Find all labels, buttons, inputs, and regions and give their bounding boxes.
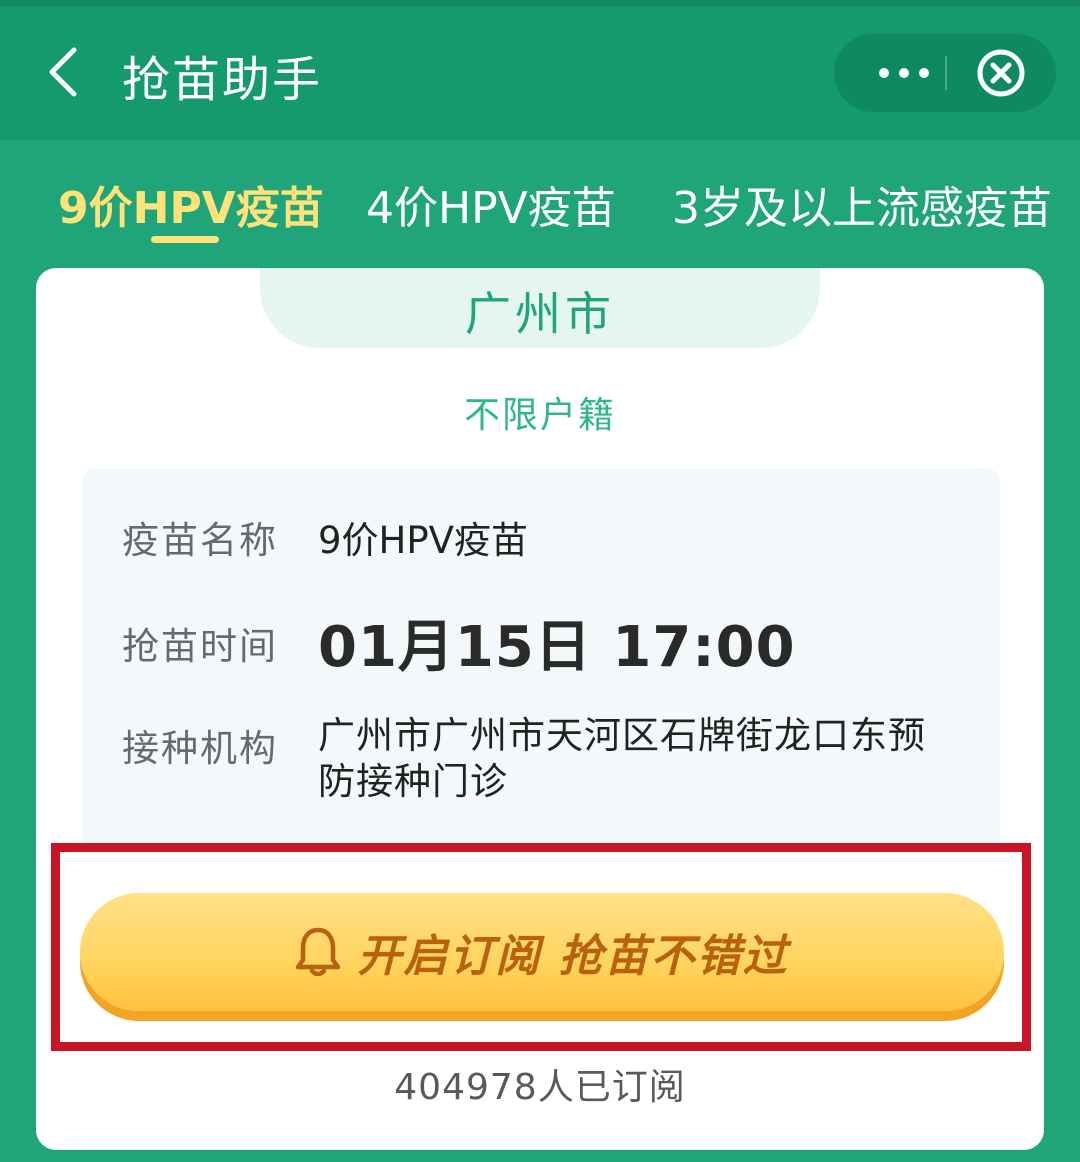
vaccine-name-value: 9价HPV疫苗 [318, 519, 528, 562]
vaccine-info-panel: 疫苗名称 9价HPV疫苗 抢苗时间 01月15日 17:00 接种机构 广州市广… [82, 468, 1000, 852]
tab-9-valent-hpv[interactable]: 9价HPV疫苗 [58, 172, 324, 236]
hukou-restriction: 不限户籍 [463, 395, 616, 436]
clinic-value: 广州市广州市天河区石牌街龙口东预防接种门诊 [318, 714, 926, 803]
navigation-bar: 抢苗助手 [0, 0, 1080, 140]
vaccine-name-label: 疫苗名称 [122, 519, 278, 562]
subscribe-button[interactable]: 开启订阅 抢苗不错过 [80, 893, 1004, 1011]
clinic-label: 接种机构 [122, 727, 278, 770]
subscribe-button-label: 开启订阅 抢苗不错过 [357, 931, 789, 982]
booking-time-label: 抢苗时间 [122, 625, 278, 668]
close-icon [977, 49, 1025, 97]
more-icon [879, 68, 889, 78]
page-title: 抢苗助手 [122, 52, 323, 108]
miniprogram-capsule [834, 34, 1056, 112]
bell-icon [296, 927, 341, 977]
close-button[interactable] [976, 48, 1026, 98]
chevron-left-icon [49, 47, 77, 97]
back-button[interactable] [40, 42, 100, 102]
city-name: 广州市 [465, 287, 615, 341]
tab-flu-vaccine[interactable]: 3岁及以上流感疫苗 [672, 172, 1050, 236]
status-strip [0, 0, 1080, 6]
tab-4-valent-hpv[interactable]: 4价HPV疫苗 [366, 172, 616, 236]
booking-time-value: 01月15日 17:00 [318, 615, 796, 680]
subscriber-count: 404978人已订阅 [394, 1067, 686, 1108]
more-button[interactable] [864, 34, 944, 112]
active-tab-indicator [151, 236, 219, 243]
capsule-divider [945, 56, 947, 90]
